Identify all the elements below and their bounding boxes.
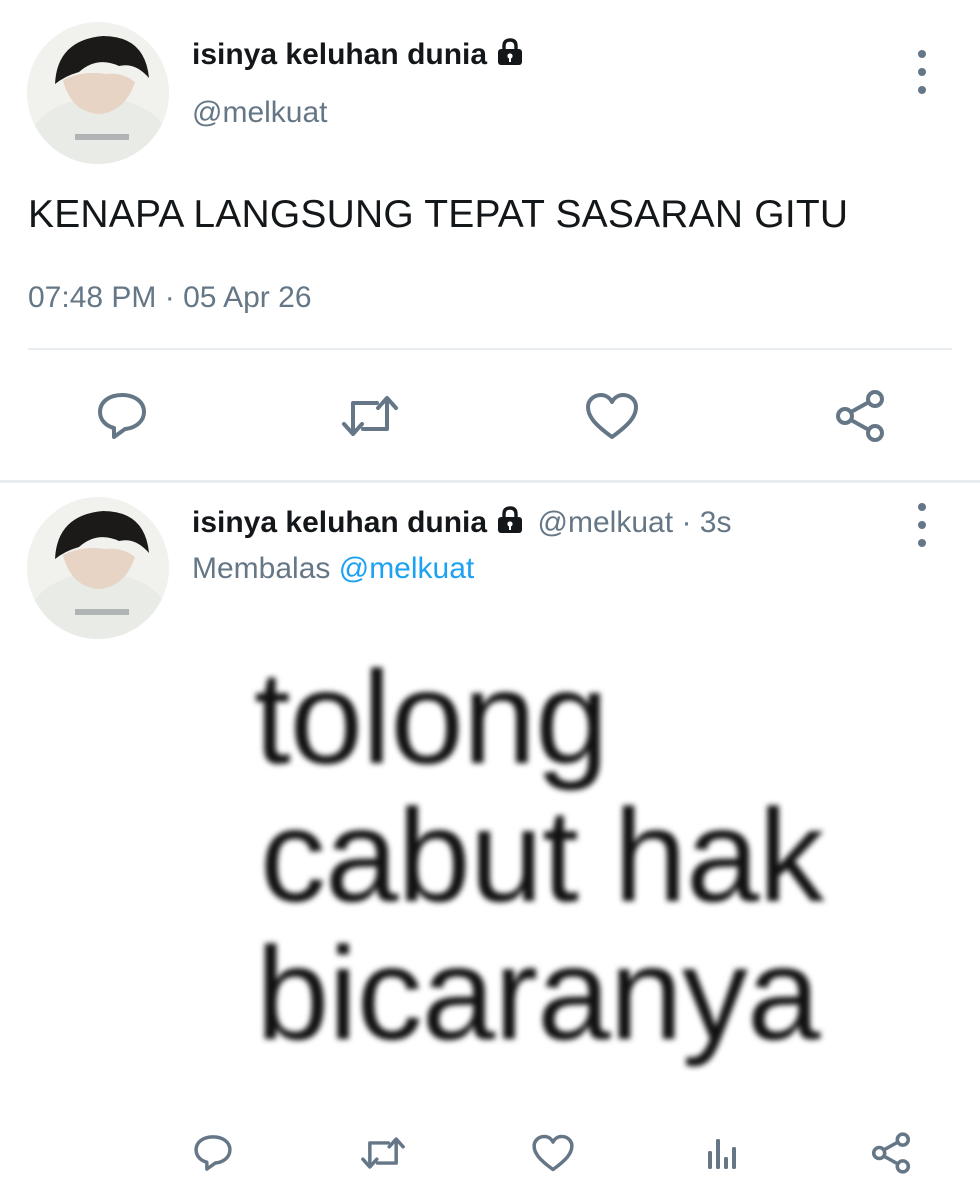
reply-button[interactable] (92, 386, 152, 446)
tweet-text: KENAPA LANGSUNG TEPAT SASARAN GITU (28, 193, 849, 236)
image-text-line: tolong (254, 644, 609, 791)
time-ago: · 3s (681, 506, 732, 539)
share-icon (836, 390, 884, 442)
retweet-icon (342, 396, 398, 436)
display-name[interactable]: isinya keluhan dunia (192, 38, 525, 74)
tweet-image[interactable]: tolong cabut hak bicaranya (250, 648, 870, 1108)
analytics-icon (708, 1139, 736, 1169)
like-button[interactable] (528, 1128, 578, 1178)
replying-to: Membalas @melkuat (192, 552, 474, 586)
reply-icon (98, 393, 146, 439)
handle[interactable]: @melkuat (192, 96, 328, 130)
share-button[interactable] (866, 1128, 916, 1178)
analytics-button[interactable] (697, 1128, 747, 1178)
timestamp[interactable]: 07:48 PM · 05 Apr 26 (28, 281, 312, 315)
retweet-button[interactable] (335, 386, 405, 446)
display-name-text[interactable]: isinya keluhan dunia (192, 38, 487, 71)
reply-button[interactable] (188, 1128, 238, 1178)
divider (28, 348, 952, 350)
share-icon (871, 1132, 911, 1174)
avatar[interactable] (27, 22, 169, 164)
like-button[interactable] (580, 386, 644, 446)
retweet-button[interactable] (355, 1128, 411, 1178)
share-button[interactable] (828, 386, 892, 446)
lock-icon (495, 506, 525, 539)
like-icon (586, 393, 638, 439)
lock-icon (495, 38, 525, 74)
reply-header: isinya keluhan dunia @melkuat · 3s (192, 506, 732, 540)
avatar[interactable] (27, 497, 169, 639)
display-name[interactable]: isinya keluhan dunia (192, 506, 487, 539)
replying-to-label: Membalas (192, 552, 331, 585)
replying-to-mention[interactable]: @melkuat (339, 552, 475, 585)
like-icon (532, 1134, 574, 1172)
more-options-icon[interactable] (907, 503, 937, 547)
reply-icon (194, 1135, 232, 1171)
more-options-icon[interactable] (907, 50, 937, 94)
section-separator (0, 480, 980, 483)
image-text-line: cabut hak (260, 782, 824, 929)
handle[interactable]: @melkuat (538, 506, 674, 539)
retweet-icon (361, 1137, 405, 1169)
image-text-line: bicaranya (256, 920, 820, 1067)
